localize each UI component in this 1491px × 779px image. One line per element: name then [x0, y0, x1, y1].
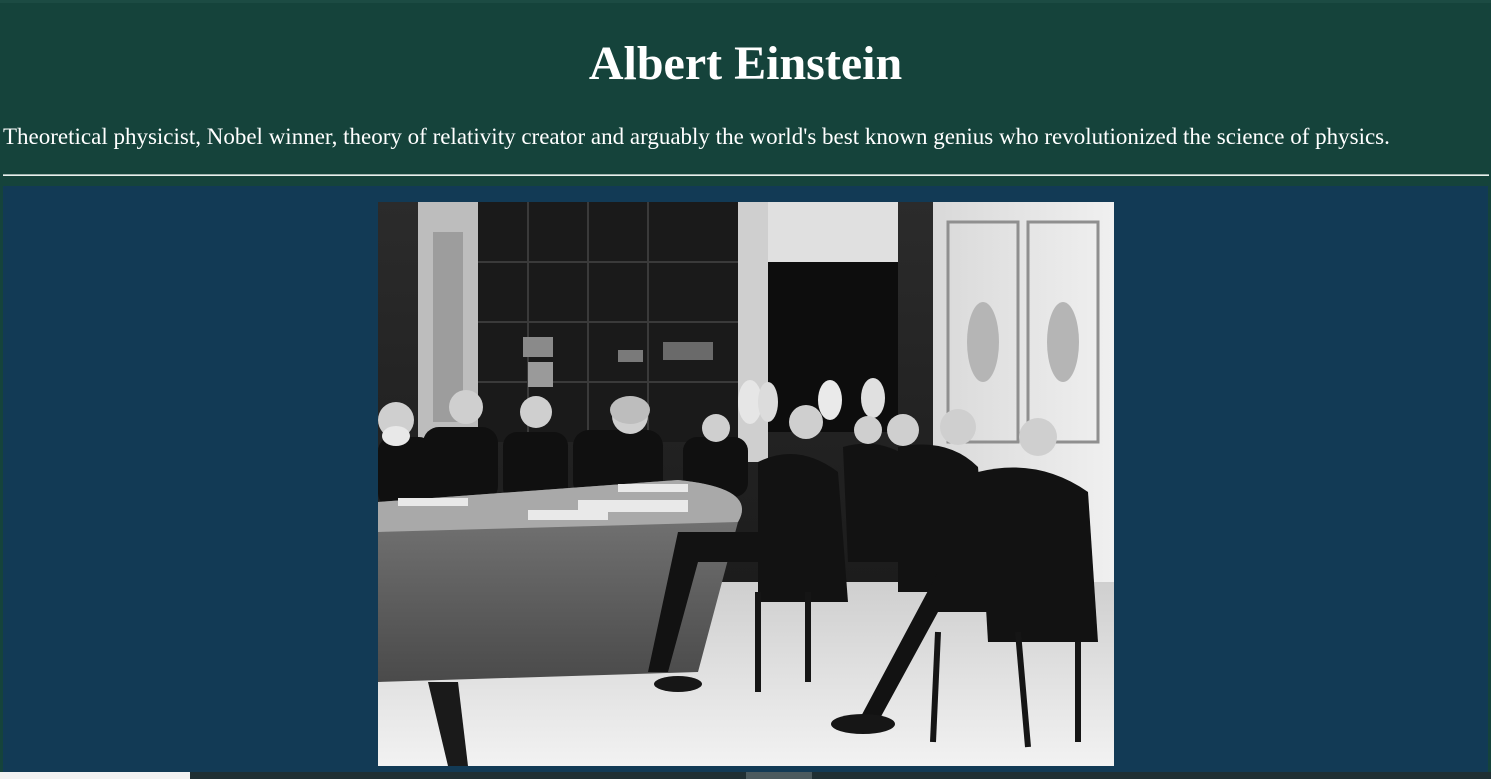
- page-subtitle: Theoretical physicist, Nobel winner, the…: [3, 124, 1390, 149]
- main-content: [3, 186, 1488, 772]
- group-photo: [378, 202, 1114, 766]
- scrollbar-left-segment: [0, 772, 190, 779]
- horizontal-scrollbar[interactable]: [0, 772, 1491, 779]
- page-title: Albert Einstein: [588, 37, 903, 90]
- group-photo-image: [378, 202, 1114, 766]
- scrollbar-thumb[interactable]: [746, 772, 812, 779]
- header-divider: [3, 174, 1489, 176]
- page-header: Albert Einstein Theoretical physicist, N…: [0, 0, 1491, 186]
